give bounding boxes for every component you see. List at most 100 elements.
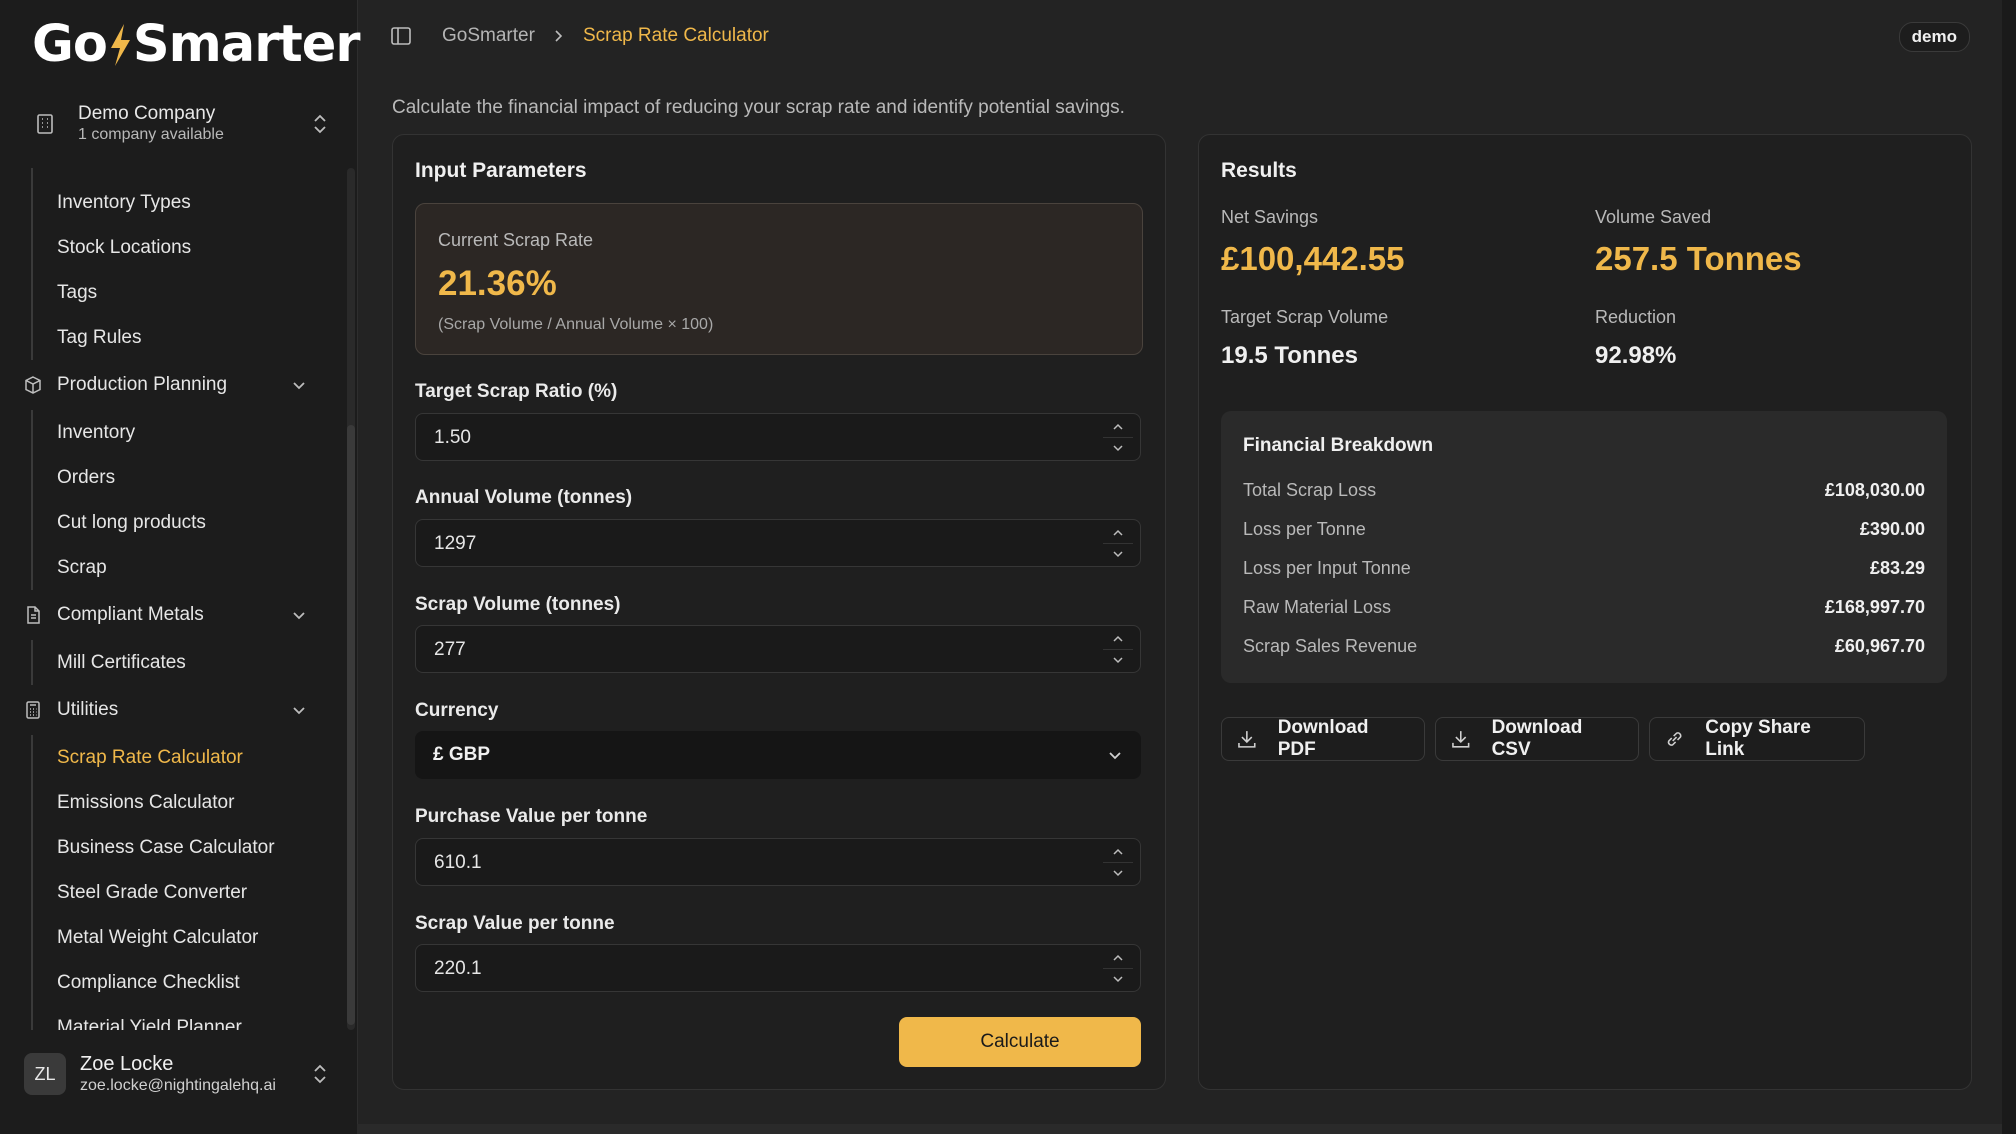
section-label: Compliant Metals [57, 604, 204, 625]
sidebar-item-orders[interactable]: Orders [33, 455, 345, 500]
increment-button[interactable] [1103, 629, 1133, 649]
increment-button[interactable] [1103, 948, 1133, 968]
building-icon [37, 114, 53, 134]
purchase-value-label: Purchase Value per tonne [415, 806, 648, 827]
annual-volume-stepper [1103, 523, 1133, 563]
sidebar-item-tags[interactable]: Tags [33, 270, 345, 315]
chevron-down-icon [1109, 752, 1121, 760]
increment-button[interactable] [1103, 523, 1133, 543]
sidebar-item-business-case-calculator[interactable]: Business Case Calculator [33, 825, 345, 870]
sidebar-item-compliance-checklist[interactable]: Compliance Checklist [33, 960, 345, 1005]
chevron-up-icon [1113, 529, 1123, 536]
scrap-volume-field [415, 625, 1141, 674]
sidebar-toggle-icon[interactable] [390, 25, 412, 47]
current-scrap-rate-label: Current Scrap Rate [438, 230, 594, 250]
breakdown-row: Loss per Input Tonne £83.29 [1243, 558, 1925, 584]
currency-select[interactable]: £ GBP [415, 731, 1141, 779]
calculate-button[interactable]: Calculate [899, 1017, 1141, 1067]
current-scrap-rate-value: 21.36% [438, 264, 557, 303]
sidebar-item-material-yield-planner[interactable]: Material Yield Planner [33, 1005, 345, 1030]
chevron-up-icon [1113, 423, 1123, 430]
bottom-edge [357, 1124, 2002, 1134]
volume-saved-label: Volume Saved [1595, 207, 1712, 227]
sidebar-scrollbar-thumb[interactable] [347, 425, 355, 1025]
sidebar-item-inventory-types[interactable]: Inventory Types [33, 180, 345, 225]
sidebar-item-scrap-rate-calculator[interactable]: Scrap Rate Calculator [33, 735, 345, 780]
download-pdf-button[interactable]: Download PDF [1221, 717, 1425, 761]
breakdown-value: £83.29 [1869, 558, 1925, 578]
breakdown-label: Raw Material Loss [1243, 597, 1392, 617]
increment-button[interactable] [1103, 417, 1133, 437]
target-ratio-input[interactable] [416, 414, 1076, 462]
package-icon [25, 376, 41, 394]
reduction-value: 92.98% [1595, 342, 1677, 369]
scrap-volume-input[interactable] [416, 626, 1076, 674]
purchase-value-field [415, 838, 1141, 887]
breakdown-label: Scrap Sales Revenue [1243, 636, 1418, 656]
company-switcher[interactable]: Demo Company 1 company available [20, 96, 340, 152]
chevron-down-icon [1113, 551, 1123, 558]
sidebar-item-mill-certificates[interactable]: Mill Certificates [33, 640, 345, 685]
decrement-button[interactable] [1103, 968, 1133, 989]
chevron-down-icon [293, 612, 305, 620]
gosmarter-logo[interactable]: Go Smarter [32, 14, 360, 76]
user-menu[interactable]: ZL Zoe Locke zoe.locke@nightingalehq.ai [20, 1044, 340, 1104]
purchase-value-input[interactable] [416, 839, 1076, 887]
chevron-down-icon [1113, 976, 1123, 983]
volume-saved-value: 257.5 Tonnes [1595, 240, 1802, 277]
sidebar-item-scrap[interactable]: Scrap [33, 545, 345, 590]
increment-button[interactable] [1103, 842, 1133, 862]
sidebar-item-steel-grade-converter[interactable]: Steel Grade Converter [33, 870, 345, 915]
volume-saved-metric: Volume Saved 257.5 Tonnes [1595, 207, 1802, 278]
scrap-value-label: Scrap Value per tonne [415, 913, 615, 934]
breakdown-row: Scrap Sales Revenue £60,967.70 [1243, 636, 1925, 662]
breakdown-value: £168,997.70 [1824, 597, 1925, 617]
sidebar-item-emissions-calculator[interactable]: Emissions Calculator [33, 780, 345, 825]
top-bar: GoSmarter Scrap Rate Calculator demo [357, 0, 2002, 72]
target-ratio-stepper [1103, 417, 1133, 457]
download-pdf-label: Download PDF [1277, 717, 1369, 760]
currency-value: £ GBP [433, 744, 491, 765]
sidebar-item-cut-long-products[interactable]: Cut long products [33, 500, 345, 545]
download-icon [1452, 731, 1470, 748]
card-title: Input Parameters [415, 159, 587, 182]
sidebar-section-compliant-metals[interactable]: Compliant Metals [0, 590, 345, 640]
sidebar: Go Smarter Demo Company 1 company availa… [0, 0, 360, 1134]
chevron-down-icon [293, 382, 305, 390]
breakdown-row: Total Scrap Loss £108,030.00 [1243, 480, 1925, 506]
target-scrap-volume-value: 19.5 Tonnes [1221, 342, 1358, 369]
decrement-button[interactable] [1103, 649, 1133, 670]
document-icon [27, 606, 40, 624]
section-label: Production Planning [57, 374, 228, 395]
currency-label: Currency [415, 700, 499, 721]
sidebar-item-tag-rules[interactable]: Tag Rules [33, 315, 345, 360]
company-subtitle: 1 company available [78, 126, 224, 143]
copy-share-link-button[interactable]: Copy Share Link [1649, 717, 1865, 761]
chevron-up-icon [1113, 635, 1123, 642]
demo-badge: demo [1898, 22, 1970, 52]
reduction-label: Reduction [1595, 307, 1677, 327]
breakdown-value: £60,967.70 [1834, 636, 1925, 656]
sidebar-section-production-planning[interactable]: Production Planning [0, 360, 345, 410]
current-scrap-rate-box: Current Scrap Rate 21.36% (Scrap Volume … [415, 203, 1143, 355]
reduction-metric: Reduction 92.98% [1595, 307, 1676, 370]
sidebar-item-metal-weight-calculator[interactable]: Metal Weight Calculator [33, 915, 345, 960]
breakdown-row: Loss per Tonne £390.00 [1243, 519, 1925, 545]
scrap-value-input[interactable] [416, 945, 1076, 993]
chevron-down-icon [293, 707, 305, 715]
annual-volume-input[interactable] [416, 520, 1076, 568]
page-description: Calculate the financial impact of reduci… [392, 97, 1125, 118]
breakdown-value: £390.00 [1859, 519, 1925, 539]
sidebar-section-utilities[interactable]: Utilities [0, 685, 345, 735]
company-name: Demo Company [78, 103, 216, 124]
download-csv-button[interactable]: Download CSV [1435, 717, 1639, 761]
decrement-button[interactable] [1103, 862, 1133, 883]
breadcrumb-root[interactable]: GoSmarter [442, 24, 535, 48]
decrement-button[interactable] [1103, 437, 1133, 458]
breadcrumb-current: Scrap Rate Calculator [583, 25, 769, 46]
sidebar-item-stock-locations[interactable]: Stock Locations [33, 225, 345, 270]
sidebar-item-inventory[interactable]: Inventory [33, 410, 345, 455]
target-ratio-label: Target Scrap Ratio (%) [415, 381, 618, 402]
decrement-button[interactable] [1103, 543, 1133, 564]
input-parameters-card: Input Parameters Current Scrap Rate 21.3… [392, 134, 1166, 1090]
